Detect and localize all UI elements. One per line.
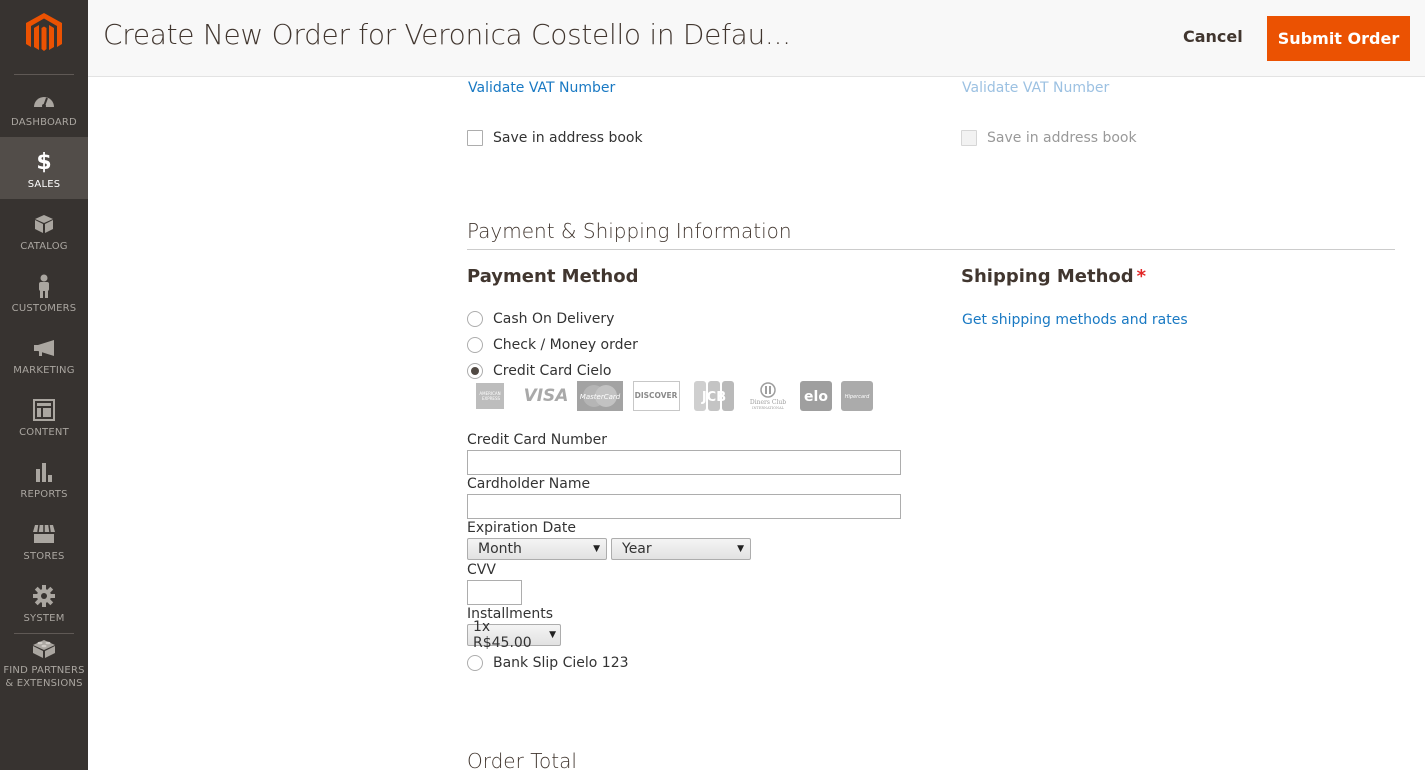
page-header: Create New Order for Veronica Costello i…: [88, 0, 1425, 77]
svg-text:MasterCard: MasterCard: [580, 393, 621, 401]
required-asterisk: *: [1136, 266, 1147, 287]
credit-card-number-label: Credit Card Number: [467, 432, 607, 448]
sidebar-item-customers[interactable]: CUSTOMERS: [0, 261, 88, 323]
svg-text:DISCOVER: DISCOVER: [635, 391, 678, 400]
sidebar-item-label: MARKETING: [13, 365, 75, 376]
payment-method-label: Cash On Delivery: [493, 311, 615, 327]
cvv-label: CVV: [467, 562, 496, 578]
cardholder-name-label: Cardholder Name: [467, 476, 591, 492]
get-shipping-rates-link[interactable]: Get shipping methods and rates: [962, 312, 1188, 328]
shipping-method-title-text: Shipping Method: [961, 266, 1134, 287]
sidebar-item-dashboard[interactable]: DASHBOARD: [0, 75, 88, 137]
svg-text:Diners Club: Diners Club: [750, 399, 786, 406]
payment-method-label: Bank Slip Cielo 123: [493, 655, 629, 671]
expiration-date-label: Expiration Date: [467, 520, 576, 536]
sidebar-item-label: STORES: [23, 551, 65, 562]
magento-logo-icon[interactable]: [24, 12, 64, 54]
sidebar-item-reports[interactable]: REPORTS: [0, 447, 88, 509]
sidebar-item-label: CUSTOMERS: [11, 303, 77, 314]
elo-card-icon: elo: [800, 381, 832, 411]
box-icon: [32, 212, 56, 236]
storefront-icon: [32, 522, 56, 546]
section-title-payment-shipping: Payment & Shipping Information: [467, 219, 792, 243]
page-title: Create New Order for Veronica Costello i…: [103, 18, 791, 51]
select-value: 1x R$45.00: [473, 619, 532, 651]
sidebar-item-label: CATALOG: [20, 241, 68, 252]
shipping-save-address-label: Save in address book: [987, 130, 1137, 146]
svg-text:INTERNATIONAL: INTERNATIONAL: [752, 406, 785, 410]
expiration-month-select[interactable]: Month ▼: [467, 538, 607, 560]
sidebar-item-stores[interactable]: STORES: [0, 509, 88, 571]
sidebar-item-sales[interactable]: $ SALES: [0, 137, 88, 199]
cardholder-name-input[interactable]: [467, 494, 901, 519]
cvv-input[interactable]: [467, 580, 522, 605]
payment-method-title: Payment Method: [467, 266, 639, 287]
svg-text:JCB: JCB: [701, 390, 726, 405]
cancel-button[interactable]: Cancel: [1183, 27, 1243, 46]
dollar-icon: $: [36, 149, 52, 175]
lego-block-icon: [32, 636, 56, 660]
caret-down-icon: ▼: [593, 544, 600, 554]
svg-text:elo: elo: [804, 389, 828, 405]
select-value: Year: [622, 541, 652, 557]
shipping-save-address-checkbox: [961, 130, 977, 146]
installments-select[interactable]: 1x R$45.00 ▼: [467, 619, 561, 651]
select-value: Month: [478, 541, 522, 557]
shipping-method-title: Shipping Method *: [961, 266, 1146, 287]
billing-validate-vat-link[interactable]: Validate VAT Number: [468, 80, 615, 96]
sidebar-item-label: DASHBOARD: [11, 117, 77, 128]
caret-down-icon: ▼: [737, 544, 744, 554]
dashboard-icon: [32, 88, 56, 112]
sidebar-item-marketing[interactable]: MARKETING: [0, 323, 88, 385]
svg-text:Hipercard: Hipercard: [845, 394, 870, 400]
sidebar-item-label: SALES: [27, 179, 61, 190]
megaphone-icon: [32, 336, 56, 360]
sidebar-item-label: SYSTEM: [23, 613, 65, 624]
card-brand-icons: AMERICAN EXPRESS VISA MasterCard DISCOVER…: [467, 380, 883, 412]
hipercard-icon: Hipercard: [841, 381, 873, 411]
jcb-card-icon: JCB: [694, 381, 734, 411]
visa-card-icon: VISA: [523, 386, 569, 406]
payment-method-label: Credit Card Cielo: [493, 363, 612, 379]
payment-method-label: Check / Money order: [493, 337, 638, 353]
sidebar-item-system[interactable]: SYSTEM: [0, 571, 88, 633]
radio-credit-card-cielo[interactable]: [467, 363, 483, 379]
credit-card-number-input[interactable]: [467, 450, 901, 475]
caret-down-icon: ▼: [549, 630, 556, 640]
expiration-year-select[interactable]: Year ▼: [611, 538, 751, 560]
sidebar-item-label: REPORTS: [20, 489, 68, 500]
order-total-title: Order Total: [467, 749, 577, 773]
diners-club-card-icon: Diners Club INTERNATIONAL: [748, 381, 788, 411]
label-line-2: & EXTENSIONS: [5, 678, 83, 689]
sidebar-item-find-partners[interactable]: FIND PARTNERS & EXTENSIONS: [0, 634, 88, 698]
svg-text:EXPRESS: EXPRESS: [482, 396, 501, 401]
person-icon: [32, 274, 56, 298]
sidebar-item-label: CONTENT: [19, 427, 69, 438]
radio-cash-on-delivery[interactable]: [467, 311, 483, 327]
bar-chart-icon: [32, 460, 56, 484]
shipping-validate-vat-link: Validate VAT Number: [962, 80, 1110, 96]
radio-check-money-order[interactable]: [467, 337, 483, 353]
radio-bank-slip-cielo[interactable]: [467, 655, 483, 671]
admin-sidebar: DASHBOARD $ SALES CATALOG CUSTOMERS MARK…: [0, 0, 88, 770]
sidebar-item-label: FIND PARTNERS & EXTENSIONS: [3, 664, 84, 690]
sidebar-item-content[interactable]: CONTENT: [0, 385, 88, 447]
billing-save-address-checkbox[interactable]: [467, 130, 483, 146]
section-divider: [467, 249, 1395, 250]
submit-order-button[interactable]: Submit Order: [1267, 16, 1410, 61]
sidebar-item-catalog[interactable]: CATALOG: [0, 199, 88, 261]
layout-icon: [32, 398, 56, 422]
gear-icon: [32, 584, 56, 608]
discover-card-icon: DISCOVER: [633, 381, 680, 411]
mastercard-icon: MasterCard: [577, 381, 623, 411]
label-line-1: FIND PARTNERS: [3, 665, 85, 676]
billing-save-address-label: Save in address book: [493, 130, 643, 146]
amex-card-icon: AMERICAN EXPRESS: [473, 381, 507, 411]
